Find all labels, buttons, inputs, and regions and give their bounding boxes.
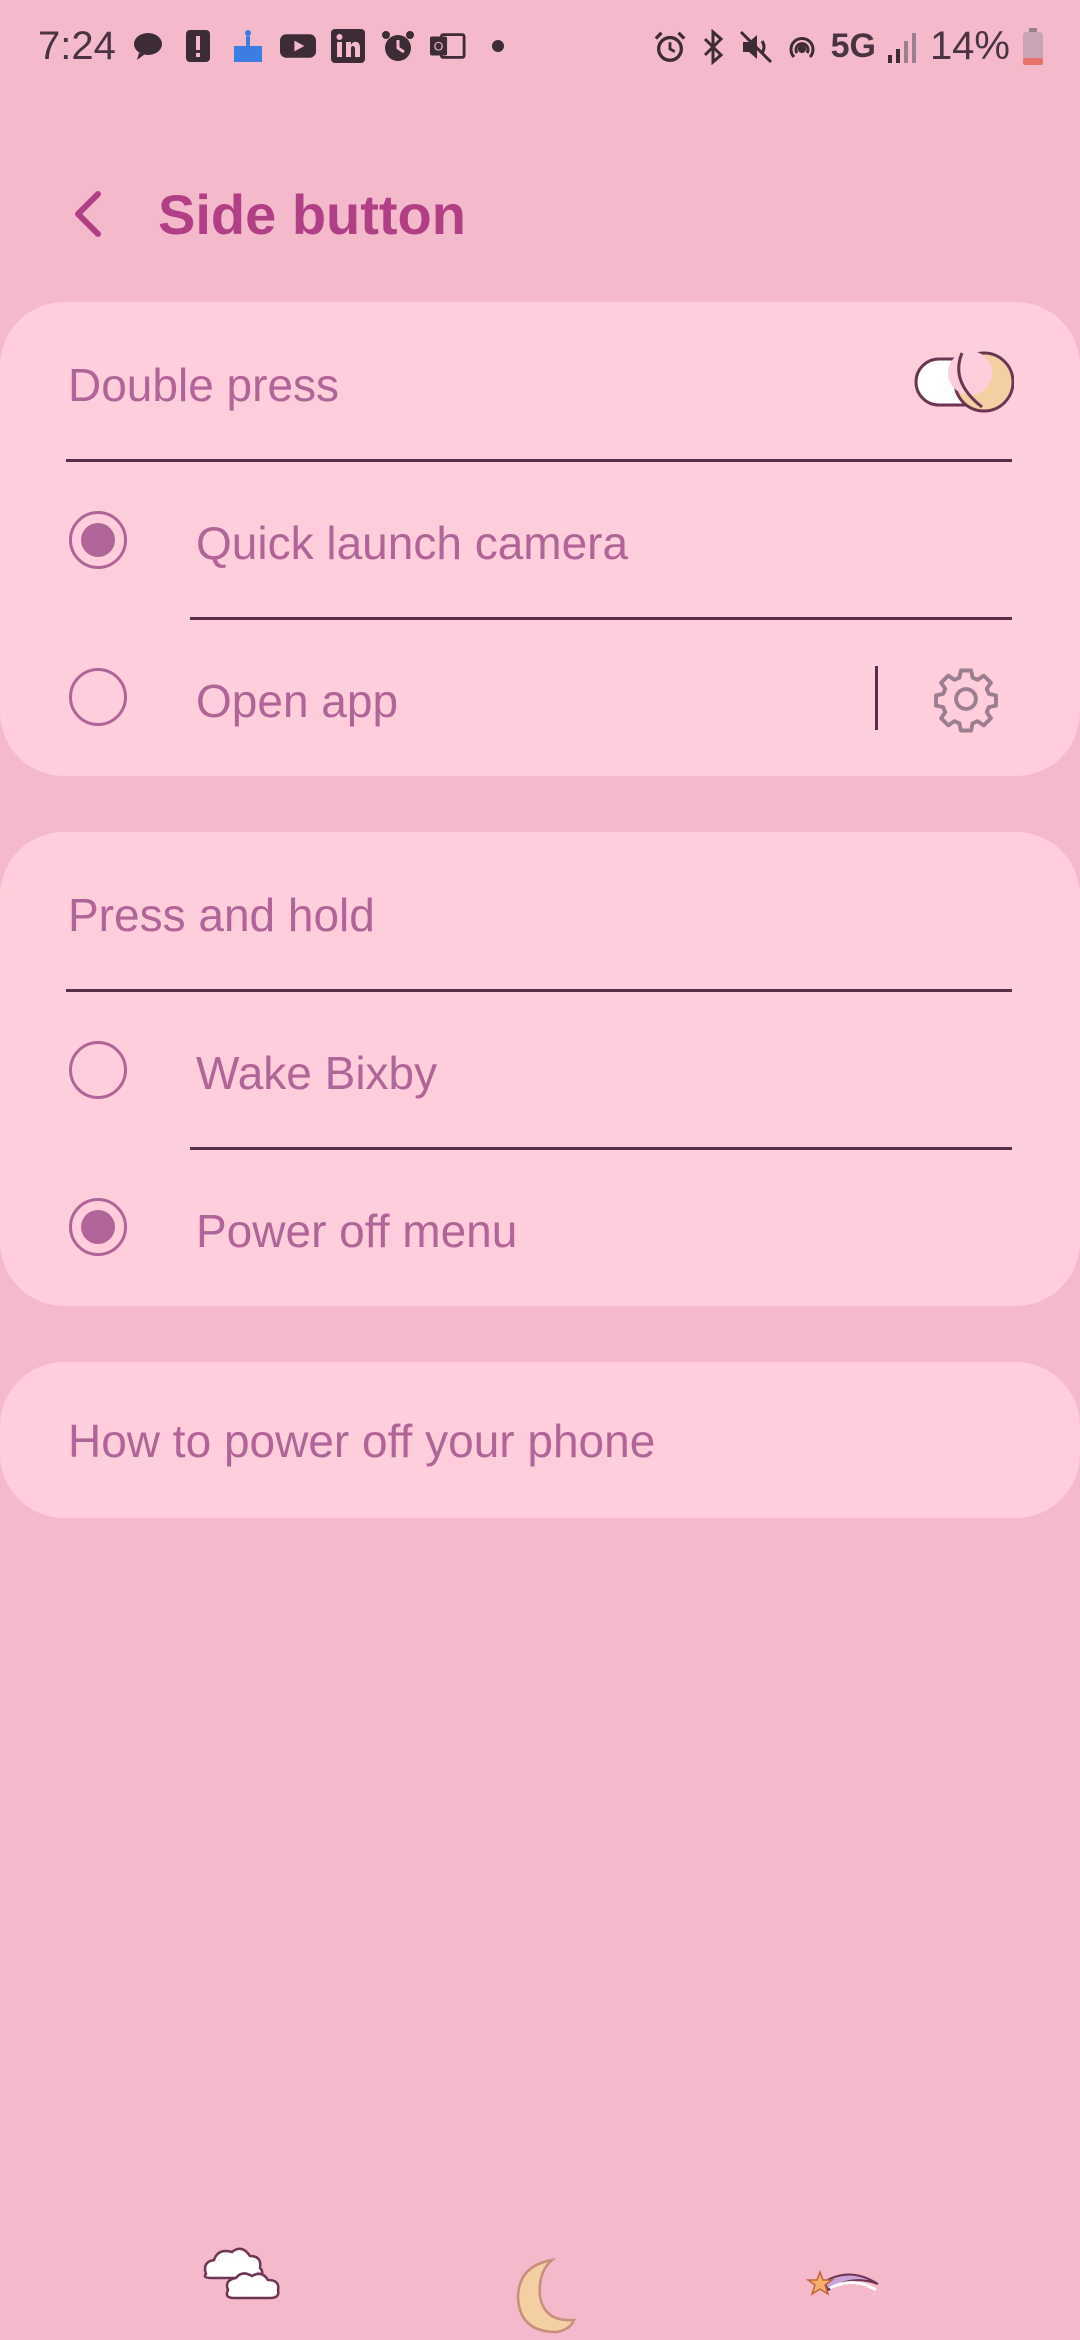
alarm-icon [380,28,416,64]
option-divider [190,617,1012,620]
youtube-icon [280,28,316,64]
shooting-star-icon[interactable] [806,2264,882,2310]
option-divider [190,1147,1012,1150]
outlook-icon: O [430,28,466,64]
moon-toggle-icon [914,351,1015,413]
open-app-settings-button[interactable] [930,663,1002,735]
option-label: Open app [196,675,399,727]
battery-icon [1023,27,1043,65]
mute-icon [739,30,772,63]
cloud-icon[interactable] [198,2244,284,2304]
cake-icon [230,28,266,64]
section-divider [66,459,1012,462]
option-label: Power off menu [196,1205,518,1257]
double-press-label: Double press [68,359,340,411]
back-arrow-icon [75,191,101,237]
radio-button-selected[interactable] [69,511,127,569]
status-time: 7:24 [38,24,116,68]
network-type: 5G [830,27,876,65]
moon-icon[interactable] [508,2256,578,2336]
alarm-icon [654,31,685,62]
status-bar: 7:24 O 5G 14% [0,0,1080,100]
help-card[interactable]: How to power off your phone [0,1362,1080,1518]
press-and-hold-label: Press and hold [68,889,375,941]
hotspot-icon [789,36,815,58]
battery-percent: 14% [929,24,1010,68]
press-and-hold-card: Press and hold Wake Bixby Power off menu [0,832,1080,1306]
vertical-separator [875,666,878,730]
more-notifications-dot-icon [480,28,516,64]
radio-button[interactable] [69,668,127,726]
page-title: Side button [158,183,466,246]
svg-text:O: O [434,40,444,54]
signal-icon [887,32,916,63]
notification-icons: O [130,28,516,64]
back-button[interactable] [60,184,120,244]
status-right: 5G 14% [653,24,1044,69]
chat-icon [130,28,166,64]
section-divider [66,989,1012,992]
gear-icon [934,668,998,733]
theme-navigation-bar [0,2180,1080,2340]
app-header: Side button [0,160,1080,270]
linkedin-icon [330,28,366,64]
option-label: Wake Bixby [196,1047,438,1099]
bluetooth-icon [703,28,723,65]
double-press-toggle[interactable] [914,351,1015,413]
alert-icon [180,28,216,64]
radio-button-selected[interactable] [69,1198,127,1256]
double-press-card: Double press Quick launch camera Open ap… [0,302,1080,776]
radio-button[interactable] [69,1041,127,1099]
how-to-power-off-link[interactable]: How to power off your phone [68,1414,655,1468]
option-label: Quick launch camera [196,517,629,569]
